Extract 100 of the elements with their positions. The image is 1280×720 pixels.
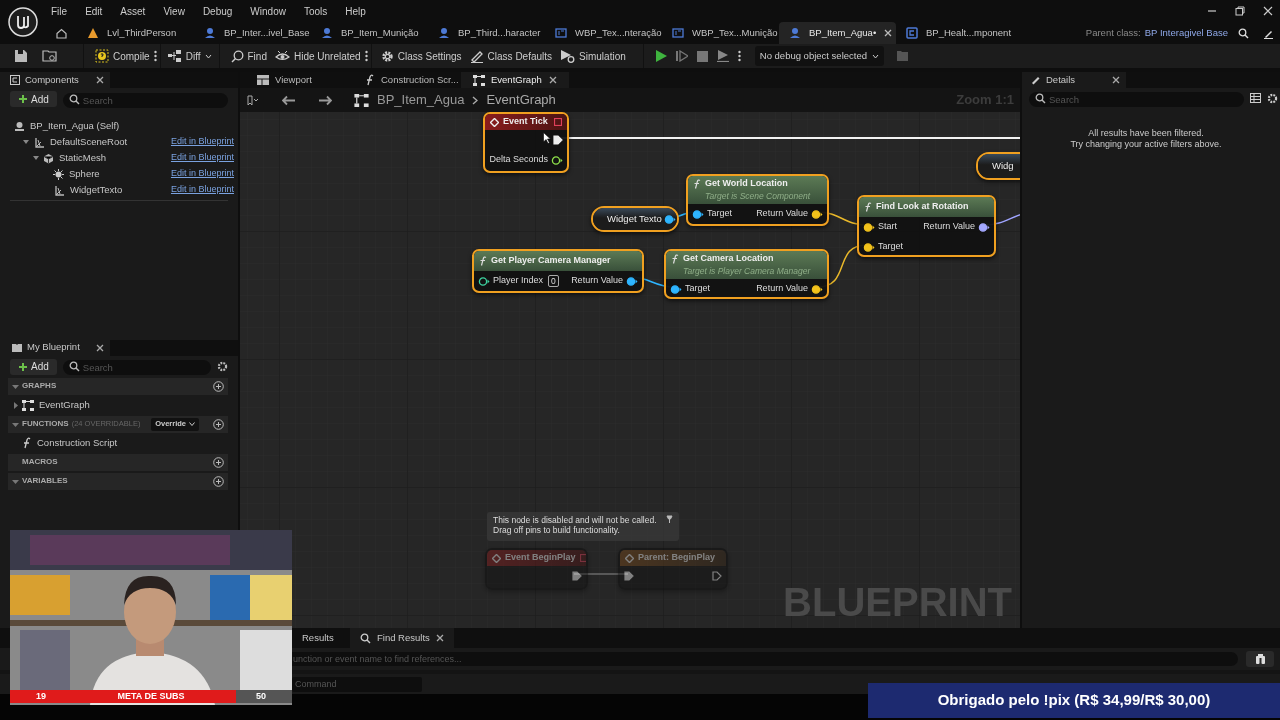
close-icon[interactable] <box>436 634 444 642</box>
pin-icon[interactable] <box>478 276 490 286</box>
find-button[interactable] <box>1246 651 1274 667</box>
close-icon[interactable] <box>549 76 557 84</box>
toolbar-button[interactable]: Class Settings <box>376 46 466 66</box>
close-icon[interactable] <box>96 343 104 352</box>
tree-item[interactable]: StaticMesh <box>59 150 171 166</box>
toolbar-button[interactable]: Compile <box>91 46 154 66</box>
toolbar-button[interactable]: Class Defaults <box>465 46 557 66</box>
panel-tab[interactable]: Components <box>0 72 110 88</box>
document-tab[interactable]: BP_Third...haracter <box>428 22 545 44</box>
function-node[interactable]: Get Player Camera Manager Player Index 0 Return Value <box>472 249 644 293</box>
delegate-pin-icon[interactable] <box>554 118 562 126</box>
restore-icon[interactable] <box>1234 5 1246 17</box>
toolbar-button[interactable]: Diff <box>163 46 216 66</box>
panel-tab[interactable]: Results <box>292 628 350 648</box>
more-icon[interactable] <box>737 50 741 62</box>
menu-item[interactable]: Debug <box>202 3 233 19</box>
debug-dropdown[interactable]: No debug object selected <box>754 46 884 66</box>
document-tab[interactable]: WBP_Tex...nteração <box>545 22 662 44</box>
toolbar-button[interactable]: Simulation <box>556 46 630 66</box>
edit-link[interactable]: Edit in Blueprint <box>170 183 234 197</box>
tree-item[interactable]: WidgetTexto <box>70 182 171 198</box>
edit-link[interactable]: Edit in Blueprint <box>170 135 234 149</box>
pin-icon[interactable] <box>811 209 823 219</box>
close-icon[interactable] <box>96 76 104 84</box>
add-circle-icon[interactable] <box>213 456 224 468</box>
function-node[interactable]: Get Camera Location Target is Player Camera Manager Target Return Value <box>664 249 829 299</box>
more-icon[interactable] <box>364 50 368 62</box>
back-icon[interactable] <box>282 94 296 106</box>
breadcrumb-item[interactable]: BP_Item_Agua <box>377 90 465 110</box>
save-icon[interactable] <box>14 49 28 63</box>
collapsed-arrow-icon[interactable] <box>12 401 19 409</box>
pin-icon[interactable] <box>863 242 875 252</box>
pin-icon[interactable] <box>663 214 676 224</box>
pin-icon[interactable] <box>811 284 823 294</box>
document-tab[interactable]: WBP_Tex...Munição <box>662 22 779 44</box>
value-field[interactable]: 0 <box>548 275 559 287</box>
gear-icon[interactable] <box>1267 92 1278 104</box>
panel-tab[interactable]: Find Results <box>350 628 454 648</box>
expanded-arrow-icon[interactable] <box>32 154 40 162</box>
tree-item[interactable]: DefaultSceneRoot <box>50 134 171 150</box>
close-icon[interactable] <box>1262 5 1274 17</box>
menu-item[interactable]: Edit <box>85 3 103 19</box>
add-circle-icon[interactable] <box>213 418 224 430</box>
function-node[interactable]: Find Look at Rotation Start Target Return Value <box>857 195 996 257</box>
add-circle-icon[interactable] <box>213 475 224 487</box>
document-tab[interactable]: BP_Healt...mponent <box>896 22 1013 44</box>
menu-item[interactable]: Tools <box>303 3 328 19</box>
document-tab[interactable]: BP_Inter...ivel_Base <box>194 22 311 44</box>
add-button[interactable]: Add <box>10 358 57 375</box>
parent-class-link[interactable]: BP Interagivel Base <box>1144 25 1228 41</box>
pin-toggle-icon[interactable] <box>666 515 673 524</box>
variable-node[interactable]: Widg <box>976 152 1020 180</box>
tree-item[interactable]: BP_Item_Agua (Self) <box>30 118 120 134</box>
bookmark-icon[interactable] <box>246 94 258 106</box>
panel-tab[interactable]: Details <box>1022 72 1126 88</box>
find-field[interactable]: unction or event name to find references... <box>292 652 1238 666</box>
graph-tab[interactable]: Viewport <box>245 72 353 88</box>
panel-tab[interactable]: My Blueprint <box>0 339 110 356</box>
document-tab[interactable]: BP_Item_Munição <box>311 22 428 44</box>
tree-item[interactable]: Sphere <box>69 166 171 182</box>
home-icon[interactable] <box>56 27 67 39</box>
pin-icon[interactable] <box>863 222 875 232</box>
section-header[interactable]: MACROS <box>8 453 228 471</box>
graph-tab[interactable]: Construction Scr... <box>353 72 461 88</box>
tree-item[interactable]: Construction Script <box>37 435 118 451</box>
eject-icon[interactable] <box>716 50 729 62</box>
search-icon[interactable] <box>1238 27 1249 39</box>
tree-item[interactable]: EventGraph <box>39 397 90 413</box>
breadcrumb-item[interactable]: EventGraph <box>486 90 556 110</box>
toolbar-button[interactable]: Find <box>226 46 271 66</box>
gear-icon[interactable] <box>217 361 228 372</box>
close-icon[interactable] <box>884 29 893 37</box>
graph-tab[interactable]: EventGraph <box>461 72 569 88</box>
pin-icon[interactable] <box>978 222 990 232</box>
table-icon[interactable] <box>1250 93 1261 103</box>
pin-icon[interactable] <box>551 155 563 165</box>
menu-item[interactable]: File <box>51 3 68 19</box>
more-icon[interactable] <box>153 50 157 62</box>
menu-item[interactable]: View <box>163 3 185 19</box>
pin-icon[interactable] <box>626 276 638 286</box>
play-icon[interactable] <box>654 50 667 62</box>
add-circle-icon[interactable] <box>213 380 224 392</box>
section-header[interactable]: GRAPHS <box>8 377 228 395</box>
menu-item[interactable]: Asset <box>120 3 146 19</box>
command-field[interactable]: Command <box>292 676 422 692</box>
expanded-arrow-icon[interactable] <box>22 138 30 146</box>
pin-icon[interactable] <box>670 284 682 294</box>
search-field[interactable]: Search <box>1029 91 1244 107</box>
stop-icon[interactable] <box>696 50 708 62</box>
search-field[interactable]: Search <box>62 92 228 108</box>
document-tab[interactable]: BP_Item_Agua• <box>779 22 896 44</box>
edit-link[interactable]: Edit in Blueprint <box>170 167 234 181</box>
function-node[interactable]: Get World Location Target is Scene Component Target Return Value <box>686 174 829 226</box>
section-header[interactable]: VARIABLES <box>8 472 228 490</box>
event-node[interactable]: Event Tick Delta Seconds <box>483 112 569 173</box>
step-icon[interactable] <box>675 50 688 62</box>
forward-icon[interactable] <box>318 94 332 106</box>
search-field[interactable]: Search <box>62 360 211 375</box>
